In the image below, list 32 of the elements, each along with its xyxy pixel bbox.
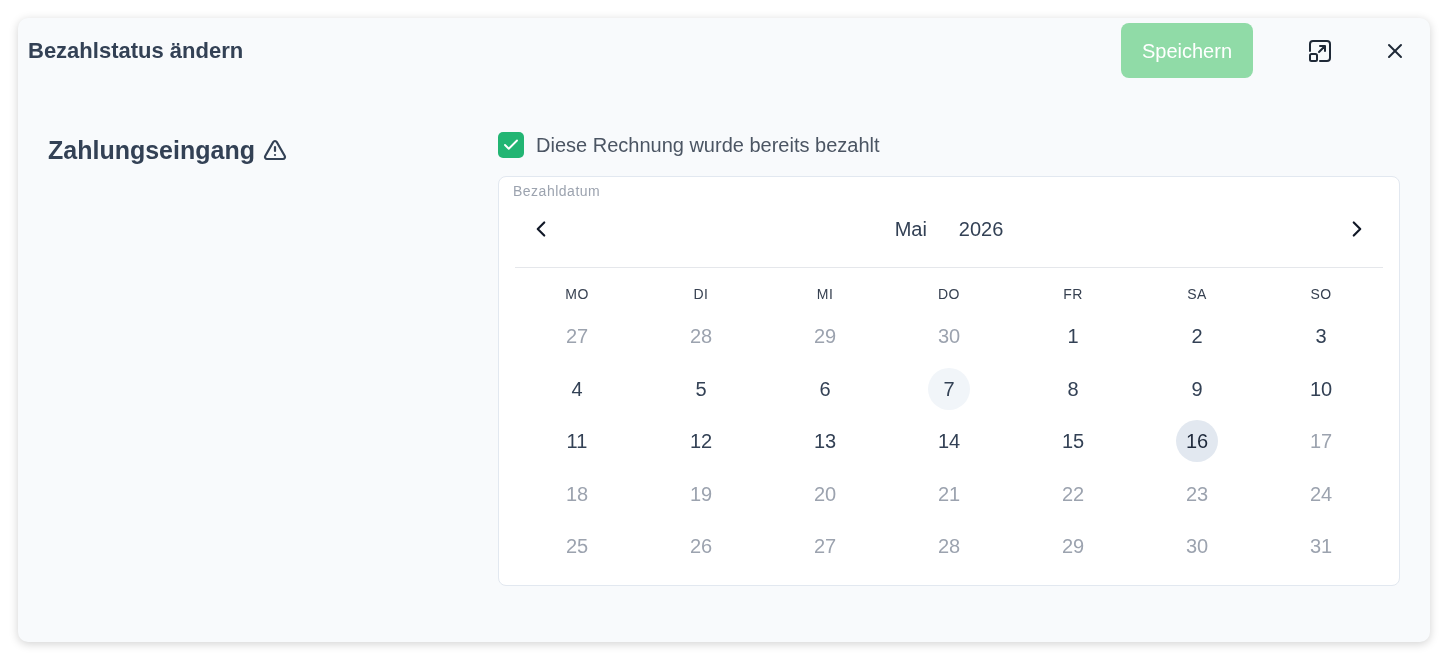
calendar-day[interactable]: 16 — [1176, 420, 1218, 463]
calendar-day[interactable]: 5 — [680, 367, 722, 410]
calendar-day[interactable]: 8 — [1052, 367, 1094, 410]
warning-icon — [262, 138, 287, 162]
weekday-label: FR — [1063, 285, 1083, 303]
calendar-day[interactable]: 6 — [804, 367, 846, 410]
year-select[interactable]: 2026 — [958, 216, 1004, 242]
checkbox-label: Diese Rechnung wurde bereits bezahlt — [536, 133, 880, 158]
section-title: Zahlungseingang — [48, 135, 255, 166]
calendar-day[interactable]: 15 — [1052, 420, 1094, 463]
dialog-title: Bezahlstatus ändern — [28, 36, 244, 65]
calendar-day[interactable]: 12 — [680, 420, 722, 463]
field-label: Bezahldatum — [513, 183, 601, 199]
paid-checkbox[interactable] — [498, 132, 524, 158]
weekday-label: SA — [1187, 285, 1207, 303]
weekday-label: DO — [938, 285, 960, 303]
weekday-label: SO — [1310, 285, 1332, 303]
calendar-day[interactable]: 7 — [928, 367, 970, 410]
expand-icon — [1309, 39, 1331, 62]
calendar-day[interactable]: 11 — [556, 420, 598, 463]
calendar-day[interactable]: 1 — [1052, 315, 1094, 358]
calendar-day[interactable]: 14 — [928, 420, 970, 463]
calendar-day[interactable]: 2 — [1176, 315, 1218, 358]
weekday-label: DI — [693, 285, 709, 303]
calendar-day[interactable]: 10 — [1300, 367, 1342, 410]
calendar-day[interactable]: 13 — [804, 420, 846, 463]
calendar-day[interactable]: 3 — [1300, 315, 1342, 358]
weekday-label: MO — [565, 285, 589, 303]
weekday-label: MI — [816, 285, 834, 303]
calendar-day[interactable]: 9 — [1176, 367, 1218, 410]
calendar-day[interactable]: 4 — [556, 367, 598, 410]
month-select[interactable]: Mai — [894, 216, 927, 242]
